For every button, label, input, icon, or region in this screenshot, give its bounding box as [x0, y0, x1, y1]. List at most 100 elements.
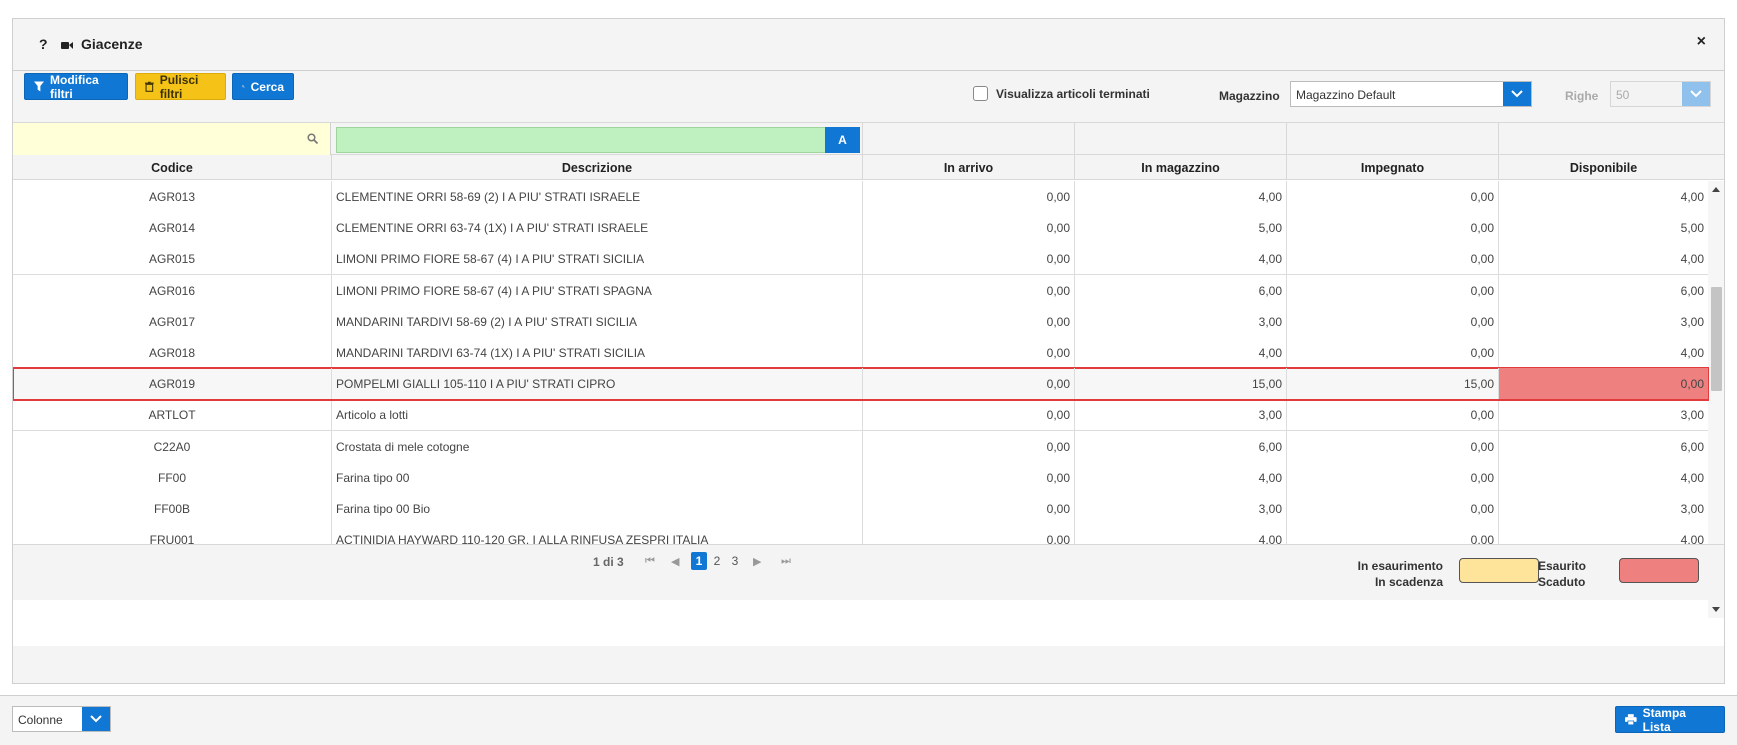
cell-in-magazzino: 6,00 — [1075, 275, 1287, 306]
cell-disponibile: 0,00 — [1499, 368, 1708, 399]
cell-in-magazzino: 3,00 — [1075, 399, 1287, 430]
cell-codice: FF00B — [13, 493, 332, 524]
cell-impegnato: 0,00 — [1287, 431, 1499, 462]
cell-disponibile: 4,00 — [1680, 251, 1704, 266]
cell-descrizione: Farina tipo 00 — [332, 462, 863, 493]
cell-descrizione: LIMONI PRIMO FIORE 58-67 (4) I A PIU' ST… — [332, 243, 863, 274]
magazzino-select[interactable]: Magazzino Default — [1290, 81, 1532, 107]
table-row[interactable]: AGR016 LIMONI PRIMO FIORE 58-67 (4) I A P… — [13, 275, 1708, 307]
cell-impegnato: 0,00 — [1287, 493, 1499, 524]
column-header-disponibile[interactable]: Disponibile — [1499, 155, 1708, 180]
cell-in-magazzino: 4,00 — [1075, 181, 1287, 212]
column-header-codice[interactable]: Codice — [13, 155, 332, 180]
cell-disponibile: 4,00 — [1680, 345, 1704, 360]
cell-descrizione: MANDARINI TARDIVI 63-74 (1X) I A PIU' ST… — [332, 337, 863, 368]
cell-in-arrivo: 0,00 — [863, 337, 1075, 368]
cell-descrizione: Farina tipo 00 Bio — [332, 493, 863, 524]
cell-in-arrivo: 0,00 — [863, 431, 1075, 462]
righe-label: Righe — [1565, 89, 1599, 103]
table-row[interactable]: FF00B Farina tipo 00 Bio 0,00 3,00 0,00 3,00 — [13, 493, 1708, 525]
stampa-lista-button[interactable]: Stampa Lista — [1615, 706, 1725, 734]
visualizza-terminati-toggle[interactable]: Visualizza articoli terminati — [973, 86, 1150, 101]
descrizione-filter-input[interactable]: A — [336, 127, 860, 153]
cell-codice: AGR013 — [13, 181, 332, 212]
table-row[interactable]: C22A0 Crostata di mele cotogne 0,00 6,00 0,0… — [13, 431, 1708, 463]
cell-in-arrivo: 0,00 — [863, 306, 1075, 337]
cell-disponibile: 4,00 — [1680, 470, 1704, 485]
cell-descrizione: Articolo a lotti — [332, 399, 863, 430]
modifica-filtri-button[interactable]: Modifica filtri — [24, 73, 128, 101]
cell-impegnato: 0,00 — [1287, 306, 1499, 337]
cell-codice: AGR017 — [13, 306, 332, 337]
cell-codice: AGR019 — [13, 368, 332, 399]
cell-disponibile: 6,00 — [1680, 439, 1704, 454]
table-row[interactable]: AGR019 POMPELMI GIALLI 105-110 I A PIU' S… — [13, 367, 1709, 401]
visualizza-terminati-label: Visualizza articoli terminati — [996, 86, 1150, 101]
visualizza-terminati-checkbox[interactable] — [973, 86, 988, 101]
dialog-title: Giacenze — [81, 36, 143, 52]
cell-in-arrivo: 0,00 — [863, 493, 1075, 524]
cell-disponibile: 5,00 — [1680, 220, 1704, 235]
video-camera-icon[interactable] — [61, 41, 73, 50]
column-header-impegnato[interactable]: Impegnato — [1287, 155, 1499, 180]
cell-disponibile: 4,00 — [1680, 189, 1704, 204]
legend-esaurito-label: Esaurito Scaduto — [1538, 559, 1587, 589]
legend-esaurimento-label: In esaurimento In scadenza — [1357, 559, 1443, 589]
column-header-in-magazzino[interactable]: In magazzino — [1075, 155, 1287, 180]
column-header-in-arrivo[interactable]: In arrivo — [863, 155, 1075, 180]
cell-descrizione: LIMONI PRIMO FIORE 58-67 (4) I A PIU' ST… — [332, 275, 863, 306]
scroll-thumb[interactable] — [1711, 287, 1722, 391]
filter-icon — [34, 81, 45, 92]
cell-impegnato: 0,00 — [1287, 462, 1499, 493]
colonne-select[interactable]: Colonne — [12, 706, 111, 732]
prev-page-icon[interactable]: ◀ — [671, 555, 679, 568]
table-row[interactable]: AGR017 MANDARINI TARDIVI 58-69 (2) I A PI… — [13, 306, 1708, 338]
column-header-descrizione[interactable]: Descrizione — [332, 155, 863, 180]
first-page-icon[interactable]: ⏮ — [645, 555, 655, 568]
cell-in-arrivo: 0,00 — [863, 181, 1075, 212]
trash-icon — [145, 81, 154, 92]
pulisci-filtri-button[interactable]: Pulisci filtri — [135, 73, 226, 101]
help-icon[interactable]: ? — [39, 36, 48, 52]
cell-descrizione: Crostata di mele cotogne — [332, 431, 863, 462]
header-row: Codice Descrizione In arrivo In magazzin… — [13, 155, 1724, 180]
search-icon — [242, 85, 245, 88]
cell-impegnato: 0,00 — [1287, 212, 1499, 243]
cell-codice: FF00 — [13, 462, 332, 493]
cell-in-arrivo: 0,00 — [863, 462, 1075, 493]
cerca-button[interactable]: Cerca — [232, 73, 294, 100]
page-2-button[interactable]: 2 — [709, 552, 725, 570]
magazzino-value: Magazzino Default — [1296, 88, 1396, 102]
chevron-down-icon[interactable] — [1503, 82, 1531, 106]
cell-disponibile: 3,00 — [1680, 314, 1704, 329]
page-3-button[interactable]: 3 — [727, 552, 743, 570]
search-icon — [307, 133, 318, 144]
table-row[interactable]: AGR015 LIMONI PRIMO FIORE 58-67 (4) I A P… — [13, 243, 1708, 275]
filter-row: A — [13, 123, 1724, 155]
last-page-icon[interactable]: ⏭ — [781, 555, 791, 568]
table-row[interactable]: AGR018 MANDARINI TARDIVI 63-74 (1X) I A P… — [13, 337, 1708, 369]
descrizione-filter-mode-button[interactable]: A — [825, 127, 860, 153]
cell-descrizione: CLEMENTINE ORRI 58-69 (2) I A PIU' STRAT… — [332, 181, 863, 212]
cell-descrizione: CLEMENTINE ORRI 63-74 (1X) I A PIU' STRA… — [332, 212, 863, 243]
cell-codice: C22A0 — [13, 431, 332, 462]
table-row[interactable]: AGR013 CLEMENTINE ORRI 58-69 (2) I A PIU'… — [13, 181, 1708, 213]
legend-esaurito-swatch — [1619, 558, 1699, 583]
scroll-up-icon[interactable] — [1712, 187, 1720, 192]
chevron-down-icon[interactable] — [82, 707, 110, 731]
page-1-button[interactable]: 1 — [691, 552, 707, 570]
next-page-icon[interactable]: ▶ — [753, 555, 761, 568]
print-icon — [1625, 714, 1637, 725]
table-row[interactable]: ARTLOT Articolo a lotti 0,00 3,00 0,00 3,00 — [13, 399, 1708, 431]
codice-filter-input[interactable] — [13, 123, 331, 155]
cell-in-arrivo: 0,00 — [863, 399, 1075, 430]
cell-in-arrivo: 0,00 — [863, 212, 1075, 243]
cell-codice: AGR014 — [13, 212, 332, 243]
scroll-down-icon[interactable] — [1712, 607, 1720, 612]
close-icon[interactable]: × — [1697, 33, 1706, 51]
cell-impegnato: 15,00 — [1287, 368, 1499, 399]
cell-in-magazzino: 6,00 — [1075, 431, 1287, 462]
table-row[interactable]: AGR014 CLEMENTINE ORRI 63-74 (1X) I A PIU… — [13, 212, 1708, 244]
righe-select: 50 — [1610, 81, 1711, 107]
table-row[interactable]: FF00 Farina tipo 00 0,00 4,00 0,00 4,00 — [13, 462, 1708, 494]
